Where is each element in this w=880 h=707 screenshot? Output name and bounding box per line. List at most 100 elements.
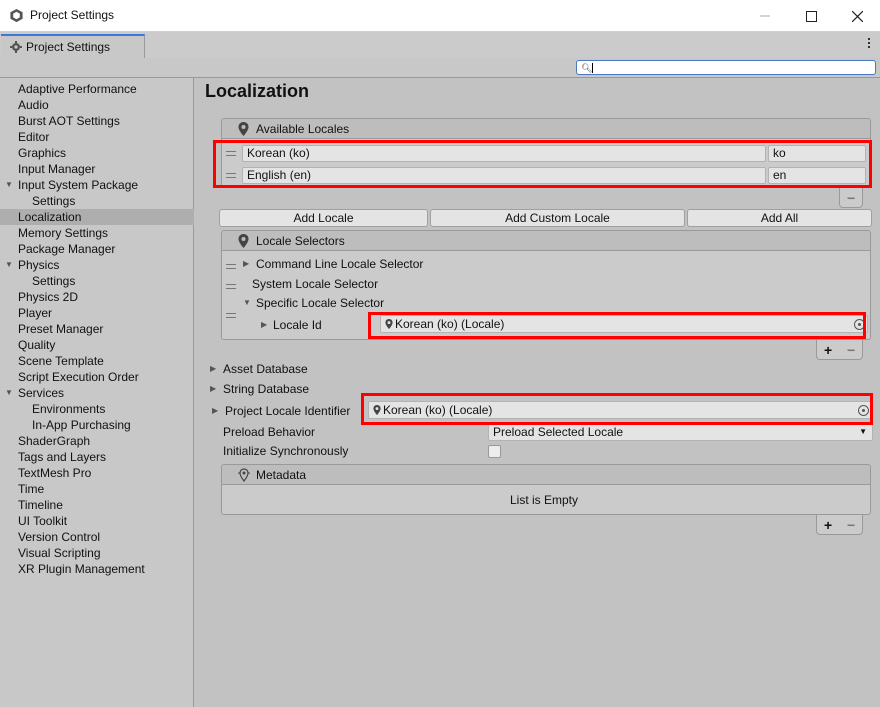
metadata-header: Metadata xyxy=(222,465,870,485)
drag-handle-icon[interactable] xyxy=(226,284,236,292)
settings-sidebar: Adaptive Performance Audio Burst AOT Set… xyxy=(0,78,194,707)
project-locale-object-field[interactable]: Korean (ko) (Locale) xyxy=(368,401,872,419)
metadata-icon xyxy=(238,468,250,482)
sidebar-item-textmesh-pro[interactable]: TextMesh Pro xyxy=(0,465,194,481)
asset-database-foldout[interactable]: Asset Database xyxy=(223,362,308,376)
location-pin-icon xyxy=(385,319,393,329)
sidebar-item-physics-2d[interactable]: Physics 2D xyxy=(0,289,194,305)
locale-code-field[interactable]: ko xyxy=(768,145,866,162)
sidebar-item-localization[interactable]: Localization xyxy=(0,209,194,225)
localization-panel: Localization Available Locales Korean (k… xyxy=(195,78,880,707)
drag-handle-icon[interactable] xyxy=(226,173,236,181)
locale-selectors-header: Locale Selectors xyxy=(222,231,870,251)
command-line-selector-label[interactable]: Command Line Locale Selector xyxy=(256,257,423,271)
search-input[interactable]: 🔍︎ xyxy=(576,60,876,75)
add-locale-button[interactable]: Add Locale xyxy=(219,209,428,227)
sidebar-item-package-manager[interactable]: Package Manager xyxy=(0,241,194,257)
object-picker-icon[interactable] xyxy=(854,319,865,330)
sidebar-item-shadergraph[interactable]: ShaderGraph xyxy=(0,433,194,449)
sidebar-item-timeline[interactable]: Timeline xyxy=(0,497,194,513)
sidebar-item-xr-plugin-management[interactable]: XR Plugin Management xyxy=(0,561,194,577)
location-pin-icon xyxy=(238,234,249,248)
locale-selectors-list: Locale Selectors ▶ Command Line Locale S… xyxy=(221,230,871,340)
sidebar-item-editor[interactable]: Editor xyxy=(0,129,194,145)
drag-handle-icon[interactable] xyxy=(226,313,236,321)
sidebar-item-scene-template[interactable]: Scene Template xyxy=(0,353,194,369)
sidebar-item-input-manager[interactable]: Input Manager xyxy=(0,161,194,177)
sidebar-item-burst-aot-settings[interactable]: Burst AOT Settings xyxy=(0,113,194,129)
expanded-arrow-icon[interactable]: ▼ xyxy=(243,298,251,307)
location-pin-icon xyxy=(373,405,381,415)
dropdown-arrow-icon: ▼ xyxy=(859,427,867,436)
locale-name-field[interactable]: Korean (ko) xyxy=(242,145,766,162)
initialize-synchronously-checkbox[interactable] xyxy=(488,445,501,458)
metadata-empty-text: List is Empty xyxy=(510,493,579,507)
project-locale-identifier-label: Project Locale Identifier xyxy=(225,404,351,418)
close-button[interactable] xyxy=(834,0,880,32)
text-caret xyxy=(592,63,593,73)
add-metadata-button[interactable]: + xyxy=(824,517,832,533)
remove-metadata-button[interactable]: − xyxy=(847,517,855,533)
add-custom-locale-button[interactable]: Add Custom Locale xyxy=(430,209,685,227)
metadata-list: Metadata List is Empty xyxy=(221,464,871,515)
page-title: Localization xyxy=(205,81,310,101)
maximize-button[interactable] xyxy=(788,0,834,32)
collapsed-arrow-icon[interactable]: ▶ xyxy=(210,384,216,393)
tab-project-settings[interactable]: Project Settings xyxy=(1,34,145,58)
remove-selector-button[interactable]: − xyxy=(847,342,855,358)
sidebar-item-adaptive-performance[interactable]: Adaptive Performance xyxy=(0,81,194,97)
gear-icon xyxy=(10,41,22,53)
locale-id-object-field[interactable]: Korean (ko) (Locale) xyxy=(380,315,868,333)
sidebar-item-tags-and-layers[interactable]: Tags and Layers xyxy=(0,449,194,465)
locale-name-field[interactable]: English (en) xyxy=(242,167,766,184)
search-icon: 🔍︎ xyxy=(581,63,593,73)
available-locales-header: Available Locales xyxy=(222,119,870,139)
sidebar-item-environments[interactable]: Environments xyxy=(0,401,194,417)
drag-handle-icon[interactable] xyxy=(226,151,236,159)
sidebar-item-time[interactable]: Time xyxy=(0,481,194,497)
search-row: 🔍︎ xyxy=(0,58,880,78)
sidebar-item-memory-settings[interactable]: Memory Settings xyxy=(0,225,194,241)
preload-behavior-dropdown[interactable]: Preload Selected Locale ▼ xyxy=(488,423,873,441)
specific-selector-label[interactable]: Specific Locale Selector xyxy=(256,296,384,310)
system-selector-label[interactable]: System Locale Selector xyxy=(252,277,378,291)
minimize-button[interactable] xyxy=(742,0,788,32)
sidebar-item-player[interactable]: Player xyxy=(0,305,194,321)
available-locales-footer: − xyxy=(839,188,863,208)
sidebar-item-graphics[interactable]: Graphics xyxy=(0,145,194,161)
sidebar-item-input-system-settings[interactable]: Settings xyxy=(0,193,194,209)
collapsed-arrow-icon[interactable]: ▶ xyxy=(243,259,249,268)
string-database-foldout[interactable]: String Database xyxy=(223,382,309,396)
sidebar-item-input-system-package[interactable]: ▼ Input System Package xyxy=(0,177,194,193)
add-all-button[interactable]: Add All xyxy=(687,209,872,227)
sidebar-item-quality[interactable]: Quality xyxy=(0,337,194,353)
tab-menu-icon[interactable] xyxy=(866,38,872,50)
sidebar-item-preset-manager[interactable]: Preset Manager xyxy=(0,321,194,337)
sidebar-item-ui-toolkit[interactable]: UI Toolkit xyxy=(0,513,194,529)
expand-arrow-icon[interactable]: ▼ xyxy=(5,257,13,273)
sidebar-item-services[interactable]: ▼ Services xyxy=(0,385,194,401)
sidebar-item-visual-scripting[interactable]: Visual Scripting xyxy=(0,545,194,561)
object-picker-icon[interactable] xyxy=(858,405,869,416)
sidebar-item-in-app-purchasing[interactable]: In-App Purchasing xyxy=(0,417,194,433)
expand-arrow-icon[interactable]: ▼ xyxy=(5,177,13,193)
preload-behavior-label: Preload Behavior xyxy=(223,425,316,439)
locale-code-field[interactable]: en xyxy=(768,167,866,184)
collapsed-arrow-icon[interactable]: ▶ xyxy=(212,406,218,415)
sidebar-item-script-execution-order[interactable]: Script Execution Order xyxy=(0,369,194,385)
remove-locale-button[interactable]: − xyxy=(847,190,855,206)
sidebar-item-physics-settings[interactable]: Settings xyxy=(0,273,194,289)
locale-id-label: Locale Id xyxy=(273,318,322,332)
collapsed-arrow-icon[interactable]: ▶ xyxy=(261,320,267,329)
sidebar-item-version-control[interactable]: Version Control xyxy=(0,529,194,545)
sidebar-item-audio[interactable]: Audio xyxy=(0,97,194,113)
locale-selectors-footer: + − xyxy=(816,340,863,360)
expand-arrow-icon[interactable]: ▼ xyxy=(5,385,13,401)
sidebar-item-physics[interactable]: ▼ Physics xyxy=(0,257,194,273)
tab-label: Project Settings xyxy=(26,40,111,54)
collapsed-arrow-icon[interactable]: ▶ xyxy=(210,364,216,373)
drag-handle-icon[interactable] xyxy=(226,264,236,272)
location-pin-icon xyxy=(238,122,249,136)
available-locales-list: Available Locales Korean (ko) ko English… xyxy=(221,118,871,188)
add-selector-button[interactable]: + xyxy=(824,342,832,358)
